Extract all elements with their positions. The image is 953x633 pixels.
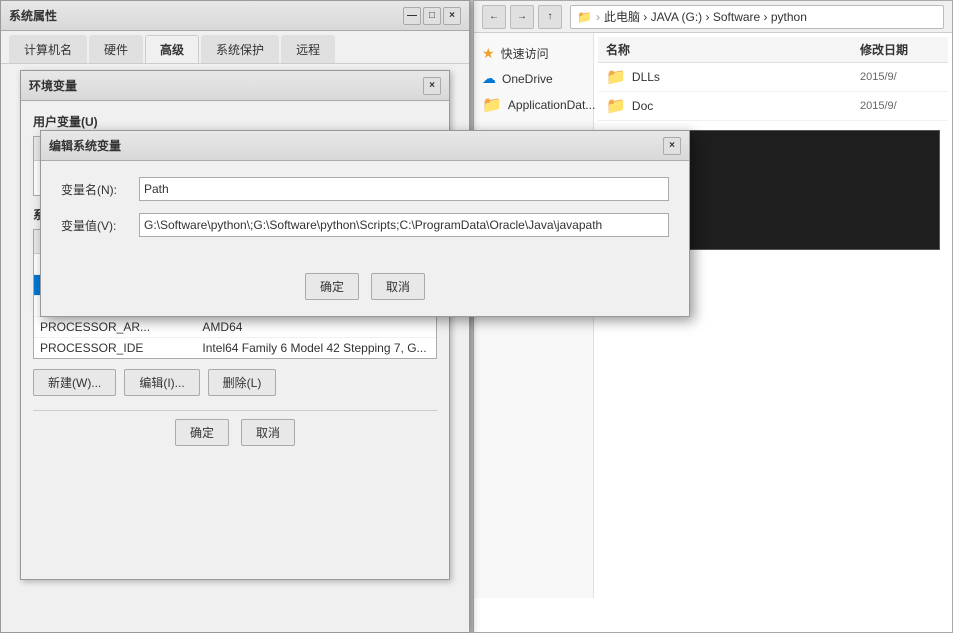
sys-props-title: 系统属性 <box>9 7 403 24</box>
env-window-controls: × <box>423 77 441 95</box>
env-bottom-buttons: 确定 取消 <box>33 410 437 454</box>
sidebar-quick-access-label: 快速访问 <box>501 45 549 62</box>
tab-hardware[interactable]: 硬件 <box>89 35 143 63</box>
edit-confirm-button[interactable]: 确定 <box>305 273 359 300</box>
edit-dialog-title: 编辑系统变量 <box>49 137 663 154</box>
var-name-row: 变量名(N): <box>61 177 669 201</box>
sys-var-action-buttons: 新建(W)... 编辑(I)... 删除(L) <box>33 369 437 396</box>
sys-props-titlebar: 系统属性 — □ × <box>1 1 469 31</box>
file-dlls-name: DLLs <box>632 70 660 84</box>
user-vars-title: 用户变量(U) <box>33 113 437 130</box>
folder-doc-icon: 📁 <box>606 96 626 116</box>
address-bar[interactable]: 📁 › 此电脑 › JAVA (G:) › Software › python <box>570 5 944 29</box>
up-button[interactable]: ↑ <box>538 5 562 29</box>
var-value-label: 变量值(V): <box>61 217 131 234</box>
var-value-row: 变量值(V): <box>61 213 669 237</box>
edit-var-dialog: 编辑系统变量 × 变量名(N): 变量值(V): 确定 取消 <box>40 130 690 317</box>
breadcrumb-pc: 📁 <box>577 10 592 24</box>
env-window-title: 环境变量 <box>29 77 423 94</box>
file-row-doc[interactable]: 📁 Doc 2015/9/ <box>598 92 948 121</box>
file-explorer-titlebar: ← → ↑ 📁 › 此电脑 › JAVA (G:) › Software › p… <box>474 1 952 33</box>
file-header: 名称 修改日期 <box>598 37 948 63</box>
sidebar-onedrive[interactable]: ☁ OneDrive <box>474 66 593 91</box>
delete-button[interactable]: 删除(L) <box>208 369 277 396</box>
col-header-date: 修改日期 <box>860 41 940 58</box>
file-doc-date: 2015/9/ <box>860 100 940 112</box>
var-value-cell: AMD64 <box>196 317 436 338</box>
var-name-label: 变量名(N): <box>61 181 131 198</box>
var-name-input[interactable] <box>139 177 669 201</box>
star-icon: ★ <box>482 45 495 62</box>
back-button[interactable]: ← <box>482 5 506 29</box>
sys-props-controls: — □ × <box>403 7 461 25</box>
edit-cancel-button[interactable]: 取消 <box>371 273 425 300</box>
table-row[interactable]: PROCESSOR_AR...AMD64 <box>34 317 436 338</box>
file-dlls-date: 2015/9/ <box>860 71 940 83</box>
tab-advanced[interactable]: 高级 <box>145 35 199 63</box>
var-name-cell: PROCESSOR_AR... <box>34 317 196 338</box>
env-cancel-button[interactable]: 取消 <box>241 419 295 446</box>
edit-dialog-buttons: 确定 取消 <box>41 265 689 316</box>
sidebar-quick-access[interactable]: ★ 快速访问 <box>474 41 593 66</box>
var-value-cell: Intel64 Family 6 Model 42 Stepping 7, G.… <box>196 338 436 359</box>
file-row-dlls[interactable]: 📁 DLLs 2015/9/ <box>598 63 948 92</box>
minimize-button[interactable]: — <box>403 7 421 25</box>
folder-icon: 📁 <box>482 95 502 115</box>
edit-dialog-content: 变量名(N): 变量值(V): <box>41 161 689 265</box>
env-window-titlebar: 环境变量 × <box>21 71 449 101</box>
cloud-icon: ☁ <box>482 70 496 87</box>
edit-dialog-titlebar: 编辑系统变量 × <box>41 131 689 161</box>
maximize-button[interactable]: □ <box>423 7 441 25</box>
var-value-input[interactable] <box>139 213 669 237</box>
forward-button[interactable]: → <box>510 5 534 29</box>
edit-dialog-close-button[interactable]: × <box>663 137 681 155</box>
env-confirm-button[interactable]: 确定 <box>175 419 229 446</box>
env-close-button[interactable]: × <box>423 77 441 95</box>
table-row[interactable]: PROCESSOR_IDEIntel64 Family 6 Model 42 S… <box>34 338 436 359</box>
sidebar-onedrive-label: OneDrive <box>502 72 553 86</box>
folder-dlls-icon: 📁 <box>606 67 626 87</box>
edit-button[interactable]: 编辑(I)... <box>124 369 199 396</box>
file-doc-name: Doc <box>632 99 653 113</box>
var-name-cell: PROCESSOR_IDE <box>34 338 196 359</box>
tabs-row: 计算机名 硬件 高级 系统保护 远程 <box>1 31 469 64</box>
tab-remote[interactable]: 远程 <box>281 35 335 63</box>
nav-buttons: ← → ↑ <box>482 5 562 29</box>
breadcrumb-path: 此电脑 › JAVA (G:) › Software › python <box>604 8 807 25</box>
new-button[interactable]: 新建(W)... <box>33 369 116 396</box>
col-header-name: 名称 <box>606 41 860 58</box>
sidebar-appdata-label: ApplicationDat... <box>508 98 595 112</box>
tab-protection[interactable]: 系统保护 <box>201 35 279 63</box>
tab-computer[interactable]: 计算机名 <box>9 35 87 63</box>
close-button[interactable]: × <box>443 7 461 25</box>
sidebar-appdata[interactable]: 📁 ApplicationDat... <box>474 91 593 119</box>
